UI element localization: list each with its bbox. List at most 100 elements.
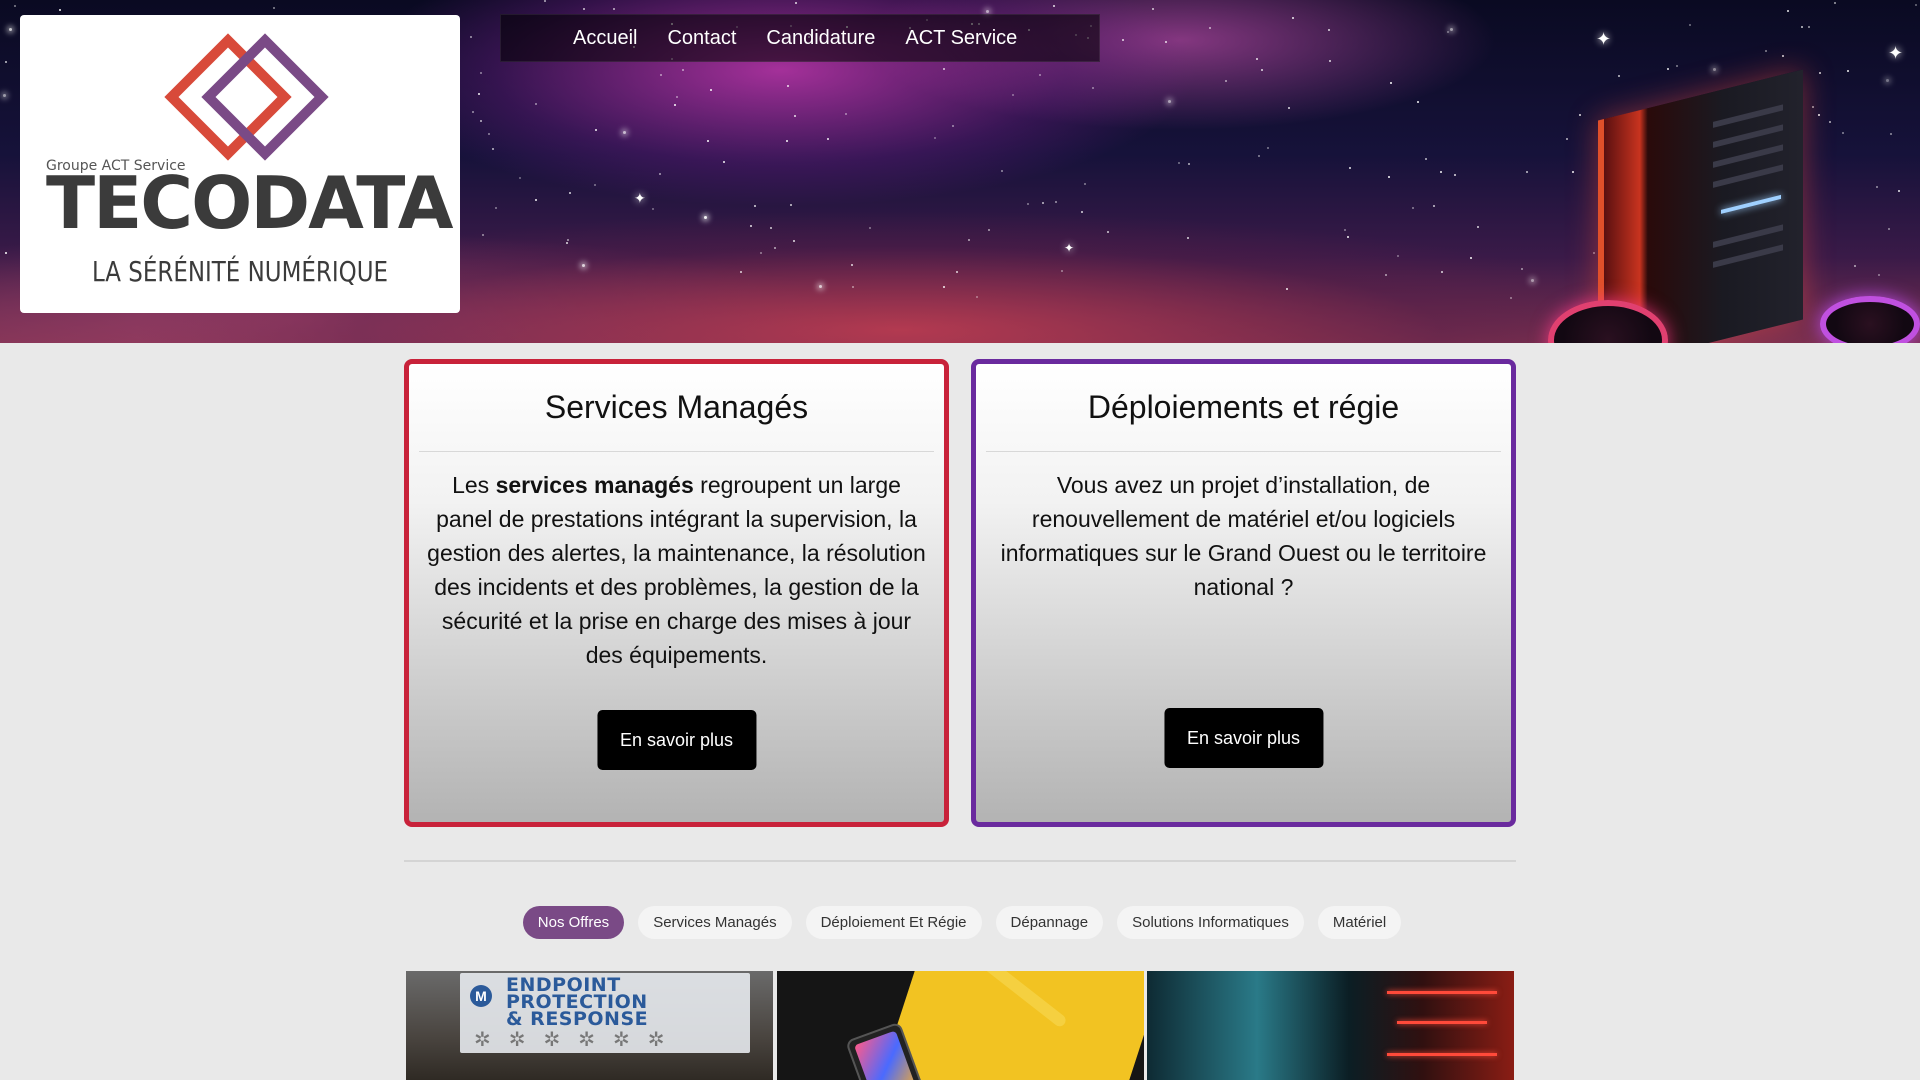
nav-item-candidature[interactable]: Candidature: [766, 27, 875, 50]
star: [470, 36, 472, 38]
company-logo[interactable]: Groupe ACT Service TECODATA LA SÉRÉNITÉ …: [20, 15, 460, 313]
sparkle-icon: ✦: [1596, 29, 1612, 49]
rack-light: [1387, 1053, 1497, 1056]
logo-name: TECODATA: [46, 161, 453, 245]
star: [770, 227, 772, 229]
card-description: Les services managés regroupent un large…: [427, 472, 926, 668]
star: [1842, 132, 1844, 134]
star: [943, 68, 945, 70]
epr-banner: M ENDPOINT PROTECTION & RESPONSE ✲✲✲✲✲✲: [460, 973, 750, 1053]
sparkle-icon: ✦: [1064, 241, 1075, 255]
star: [1261, 69, 1263, 71]
star: [595, 129, 597, 131]
star: [845, 113, 847, 115]
sparkle-icon: ✦: [634, 190, 646, 206]
star: [1292, 17, 1294, 19]
fan-image: [1820, 296, 1920, 343]
star: [1425, 158, 1427, 160]
card-services-manages: Services Managés Les services managés re…: [404, 359, 949, 827]
star: [740, 271, 742, 273]
star: [1225, 80, 1227, 82]
star: [1417, 101, 1419, 103]
rack-light: [1387, 991, 1497, 994]
star: [1397, 255, 1399, 257]
tab-services-manages[interactable]: Services Managés: [638, 906, 792, 939]
star: [535, 199, 537, 201]
star: [1412, 207, 1414, 209]
star: [1878, 274, 1880, 276]
card-divider: [986, 451, 1501, 452]
star: [774, 247, 776, 249]
star: [1521, 268, 1523, 270]
star: [9, 28, 12, 31]
en-savoir-plus-button[interactable]: En savoir plus: [1163, 708, 1324, 768]
star: [1328, 29, 1330, 31]
logo-tagline: LA SÉRÉNITÉ NUMÉRIQUE: [91, 255, 389, 288]
star: [1876, 186, 1878, 188]
card-deploiements-regie: Déploiements et régie Vous avez un proje…: [971, 359, 1516, 827]
star: [1084, 183, 1086, 185]
star: [495, 207, 497, 209]
star: [1618, 75, 1620, 77]
star: [968, 239, 970, 241]
star: [583, 8, 585, 10]
star: [1441, 271, 1443, 273]
star: [1329, 60, 1331, 62]
nav-item-act-service[interactable]: ACT Service: [905, 27, 1017, 50]
star: [1890, 133, 1892, 135]
tab-materiel[interactable]: Matériel: [1317, 906, 1402, 939]
star: [1390, 82, 1392, 84]
star: [710, 89, 712, 91]
en-savoir-plus-button[interactable]: En savoir plus: [596, 710, 757, 770]
star: [723, 161, 725, 163]
star: [1579, 114, 1581, 116]
star: [1812, 106, 1814, 108]
nav-item-contact[interactable]: Contact: [667, 27, 736, 50]
card-title: Services Managés: [544, 389, 809, 425]
star: [1349, 167, 1351, 169]
diamond-logo-icon: [164, 33, 329, 161]
star: [707, 140, 709, 142]
star: [1447, 31, 1449, 33]
star: [1898, 190, 1900, 192]
star: [1027, 203, 1029, 205]
star: [1676, 65, 1678, 67]
star: [1081, 211, 1083, 213]
gallery-item-server-rack[interactable]: [1147, 971, 1514, 1080]
star: [682, 69, 684, 71]
sparkle-icon: ✦: [1888, 43, 1904, 63]
tab-nos-offres[interactable]: Nos Offres: [522, 906, 625, 939]
star: [1470, 257, 1472, 259]
star: [704, 216, 707, 219]
star: [59, 9, 61, 11]
star: [613, 8, 615, 10]
star: [1267, 147, 1269, 149]
nav-item-accueil[interactable]: Accueil: [573, 27, 637, 50]
star: [1787, 10, 1789, 12]
star: [760, 252, 762, 254]
star: [827, 138, 829, 140]
star: [1667, 68, 1669, 70]
star: [1256, 58, 1258, 60]
star: [1039, 74, 1041, 76]
star: [594, 184, 596, 186]
star: [1209, 27, 1211, 29]
star: [1782, 55, 1784, 57]
star: [986, 10, 989, 13]
star: [1388, 176, 1390, 178]
gallery-item-endpoint-protection[interactable]: M ENDPOINT PROTECTION & RESPONSE ✲✲✲✲✲✲: [406, 971, 773, 1080]
star: [851, 264, 853, 266]
tab-depannage[interactable]: Dépannage: [995, 906, 1104, 939]
star: [1042, 202, 1044, 204]
tab-solutions-informatiques[interactable]: Solutions Informatiques: [1117, 906, 1304, 939]
star: [5, 61, 7, 63]
star: [1178, 162, 1180, 164]
star: [1854, 265, 1856, 267]
star: [976, 296, 978, 298]
star: [14, 5, 16, 7]
star: [956, 271, 958, 273]
tab-deploiement-regie[interactable]: Déploiement Et Régie: [805, 906, 982, 939]
star: [1915, 4, 1917, 6]
gallery-item-materiel[interactable]: [777, 971, 1144, 1080]
star: [567, 239, 569, 241]
